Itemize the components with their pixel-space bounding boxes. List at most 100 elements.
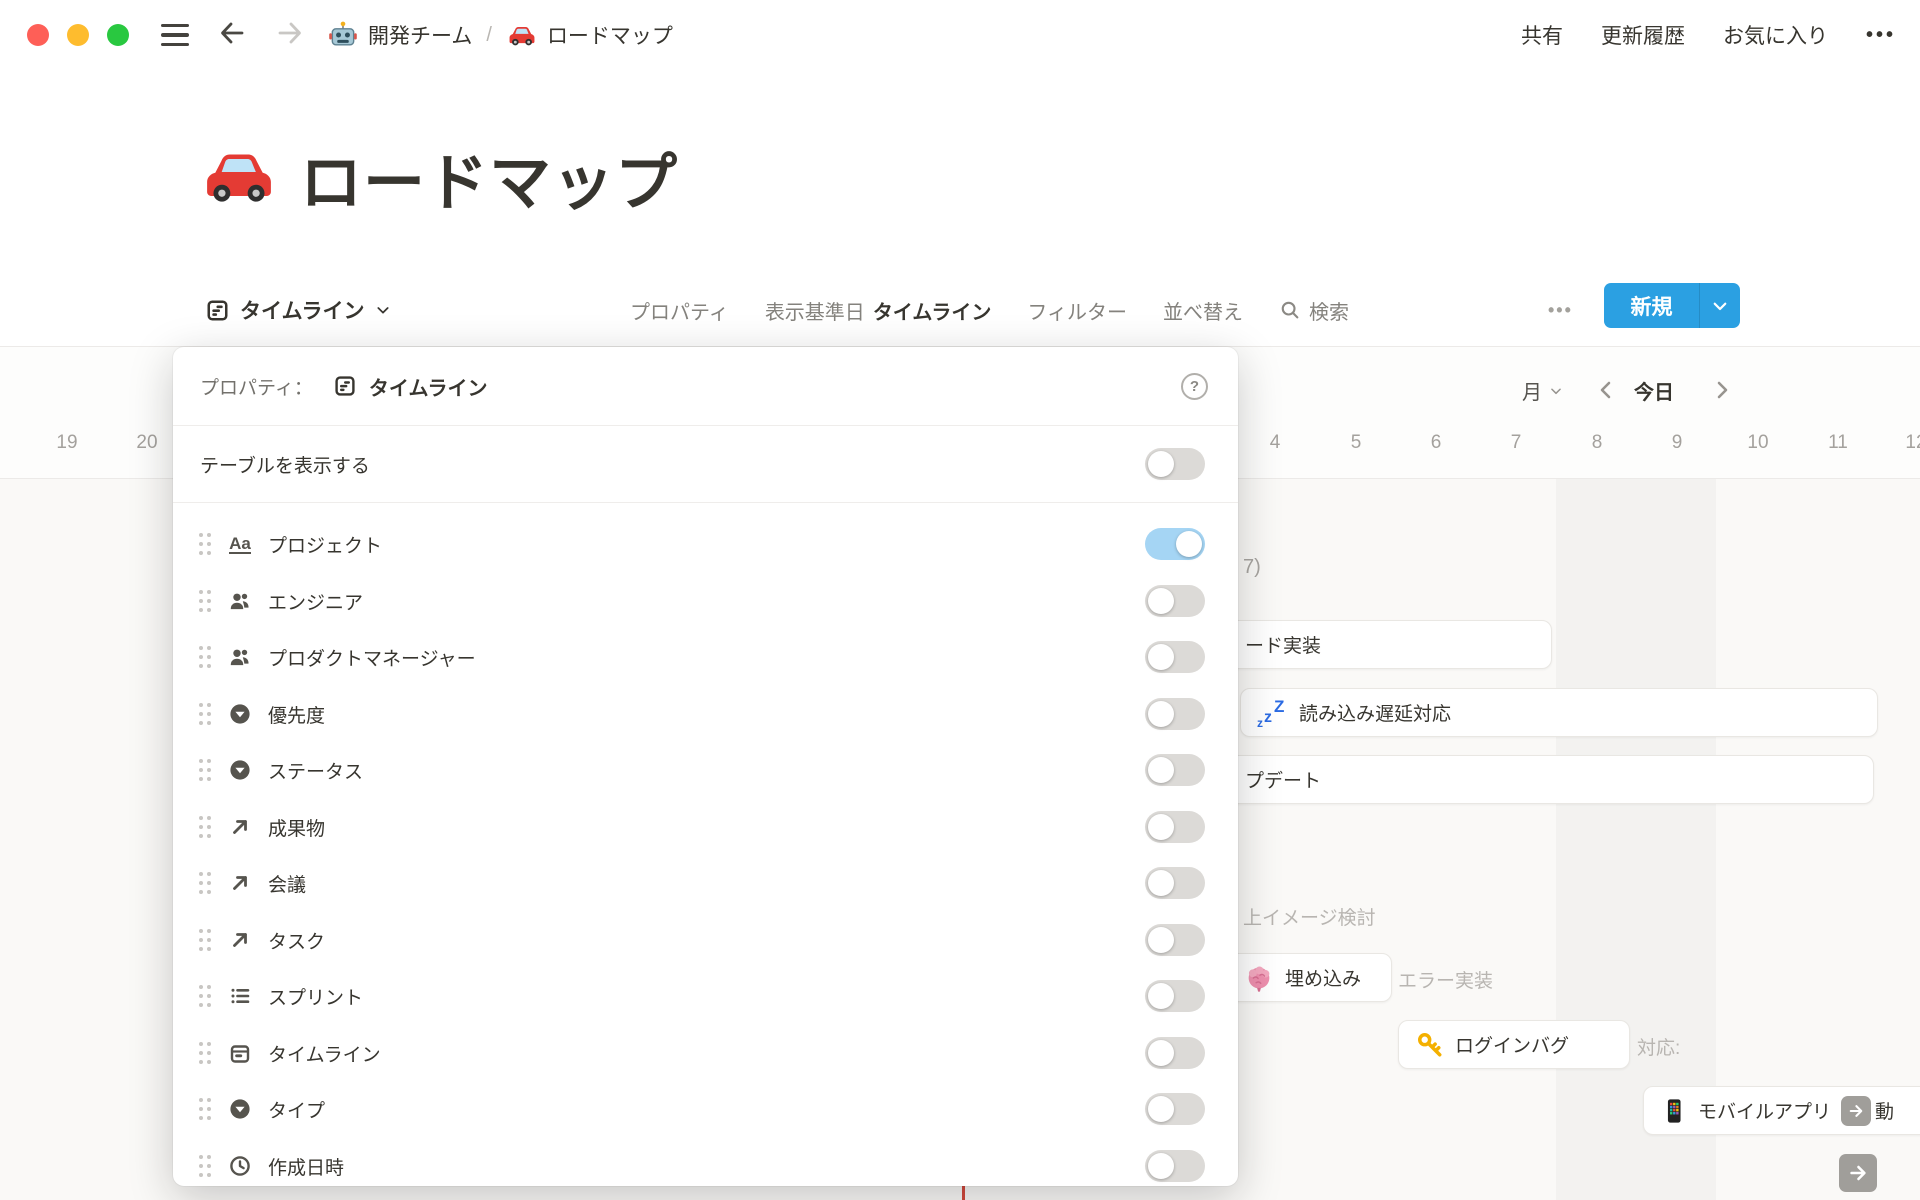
drag-handle-icon[interactable]	[197, 814, 213, 840]
property-visibility-toggle[interactable]	[1145, 641, 1205, 673]
minimize-button[interactable]	[67, 24, 89, 46]
robot-emoji-icon	[327, 19, 359, 51]
date-basis-label: 表示基準日	[765, 296, 865, 325]
sort-menu-item[interactable]: 並べ替え	[1163, 296, 1243, 325]
properties-menu-item[interactable]: プロパティ	[630, 296, 729, 325]
help-icon[interactable]: ?	[1181, 373, 1208, 400]
timeline-card[interactable]: z z Z 読み込み遅延対応	[1240, 688, 1878, 737]
new-button-label[interactable]: 新規	[1604, 291, 1699, 321]
ghost-card-title: 上イメージ検討	[1243, 903, 1376, 930]
property-row-project[interactable]: Aa プロジェクト	[173, 516, 1238, 572]
person-icon	[227, 589, 253, 613]
breadcrumb-team[interactable]: 開発チーム	[368, 20, 472, 50]
property-visibility-toggle[interactable]	[1145, 1093, 1205, 1125]
property-visibility-toggle[interactable]	[1145, 980, 1205, 1012]
property-visibility-toggle[interactable]	[1145, 924, 1205, 956]
drag-handle-icon[interactable]	[197, 701, 213, 727]
property-visibility-toggle[interactable]	[1145, 754, 1205, 786]
property-visibility-toggle[interactable]	[1145, 811, 1205, 843]
view-toolbar: プロパティ 表示基準日 タイムライン フィルター 並べ替え 検索	[630, 288, 1349, 332]
close-button[interactable]	[27, 24, 49, 46]
popup-divider	[173, 502, 1238, 503]
property-visibility-toggle[interactable]	[1145, 585, 1205, 617]
date-label: 11	[1828, 432, 1848, 454]
drag-handle-icon[interactable]	[197, 870, 213, 896]
tab-timeline-view[interactable]: タイムライン	[205, 288, 391, 332]
popup-header-label: プロパティ：	[200, 373, 313, 400]
property-row-timeline[interactable]: タイムライン	[173, 1025, 1238, 1081]
select-icon	[227, 702, 253, 726]
filter-menu-item[interactable]: フィルター	[1027, 296, 1127, 325]
show-table-toggle[interactable]	[1145, 448, 1205, 480]
open-page-arrow-icon[interactable]	[1841, 1096, 1871, 1126]
search-menu-item[interactable]: 検索	[1279, 296, 1349, 325]
month-scale-selector[interactable]: 月	[1522, 376, 1563, 405]
share-button[interactable]: 共有	[1521, 20, 1563, 50]
back-arrow-icon[interactable]	[217, 18, 247, 53]
property-label: ステータス	[268, 757, 363, 784]
toolbar-more-icon[interactable]: •••	[1548, 288, 1573, 332]
new-button-chevron[interactable]	[1700, 297, 1740, 315]
relation-icon	[227, 871, 253, 895]
show-table-label: テーブルを表示する	[200, 451, 370, 478]
property-row-tasks[interactable]: タスク	[173, 912, 1238, 968]
prev-period-icon[interactable]	[1598, 378, 1614, 407]
property-row-type[interactable]: タイプ	[173, 1081, 1238, 1137]
forward-arrow-icon[interactable]	[275, 18, 305, 53]
ghost-card-title-overflow: 対応:	[1637, 1033, 1680, 1060]
timeline-card[interactable]: ログインバグ	[1398, 1020, 1630, 1069]
breadcrumb: 開発チーム / ロードマップ	[327, 19, 673, 51]
svg-text:Z: Z	[1274, 697, 1284, 716]
drag-handle-icon[interactable]	[197, 531, 213, 557]
more-options-icon[interactable]: •••	[1866, 24, 1896, 47]
timeline-card[interactable]: モバイルアプリ 動	[1643, 1086, 1920, 1135]
updates-button[interactable]: 更新履歴	[1601, 20, 1685, 50]
property-row-sprint[interactable]: スプリント	[173, 968, 1238, 1024]
date-label: 12	[1905, 432, 1920, 454]
drag-handle-icon[interactable]	[197, 588, 213, 614]
property-row-deliverables[interactable]: 成果物	[173, 799, 1238, 855]
new-button[interactable]: 新規	[1604, 283, 1740, 328]
property-label: 優先度	[268, 701, 325, 728]
property-row-meetings[interactable]: 会議	[173, 855, 1238, 911]
date-basis-menu-item[interactable]: 表示基準日 タイムライン	[765, 296, 992, 325]
property-row-created-time[interactable]: 作成日時	[173, 1138, 1238, 1186]
ghost-card-title-overflow: エラー実装	[1398, 966, 1493, 993]
zoom-button[interactable]	[107, 24, 129, 46]
property-row-priority[interactable]: 優先度	[173, 686, 1238, 742]
sidebar-menu-icon[interactable]	[161, 24, 189, 46]
next-period-icon[interactable]	[1714, 378, 1730, 407]
date-range-icon	[227, 1041, 253, 1065]
page-icon-car[interactable]	[198, 134, 280, 221]
timeline-card[interactable]: プデート	[1150, 755, 1874, 804]
property-visibility-toggle[interactable]	[1145, 867, 1205, 899]
drag-handle-icon[interactable]	[197, 1096, 213, 1122]
property-row-status[interactable]: ステータス	[173, 742, 1238, 798]
date-label: 7	[1511, 432, 1522, 454]
drag-handle-icon[interactable]	[197, 927, 213, 953]
drag-handle-icon[interactable]	[197, 1040, 213, 1066]
breadcrumb-page[interactable]: ロードマップ	[547, 20, 673, 50]
property-label: プロダクトマネージャー	[268, 644, 476, 671]
card-title: 埋め込み	[1285, 964, 1361, 991]
chevron-down-icon	[1549, 384, 1563, 398]
popup-header: プロパティ： タイムライン ?	[173, 347, 1238, 425]
today-button[interactable]: 今日	[1634, 376, 1674, 405]
open-page-arrow-icon[interactable]	[1839, 1154, 1877, 1192]
topbar-actions: 共有 更新履歴 お気に入り •••	[1521, 0, 1896, 70]
property-visibility-toggle[interactable]	[1145, 1037, 1205, 1069]
drag-handle-icon[interactable]	[197, 1153, 213, 1179]
property-label: 成果物	[268, 814, 325, 841]
property-visibility-toggle[interactable]	[1145, 1150, 1205, 1182]
property-label: タイプ	[268, 1096, 325, 1123]
drag-handle-icon[interactable]	[197, 644, 213, 670]
favorite-button[interactable]: お気に入り	[1723, 20, 1828, 50]
property-row-product-manager[interactable]: プロダクトマネージャー	[173, 629, 1238, 685]
property-row-engineer[interactable]: エンジニア	[173, 573, 1238, 629]
date-basis-value: タイムライン	[873, 296, 992, 325]
property-visibility-toggle[interactable]	[1145, 698, 1205, 730]
property-visibility-toggle[interactable]	[1145, 528, 1205, 560]
drag-handle-icon[interactable]	[197, 757, 213, 783]
drag-handle-icon[interactable]	[197, 983, 213, 1009]
page-title[interactable]: ロードマップ	[300, 132, 678, 222]
